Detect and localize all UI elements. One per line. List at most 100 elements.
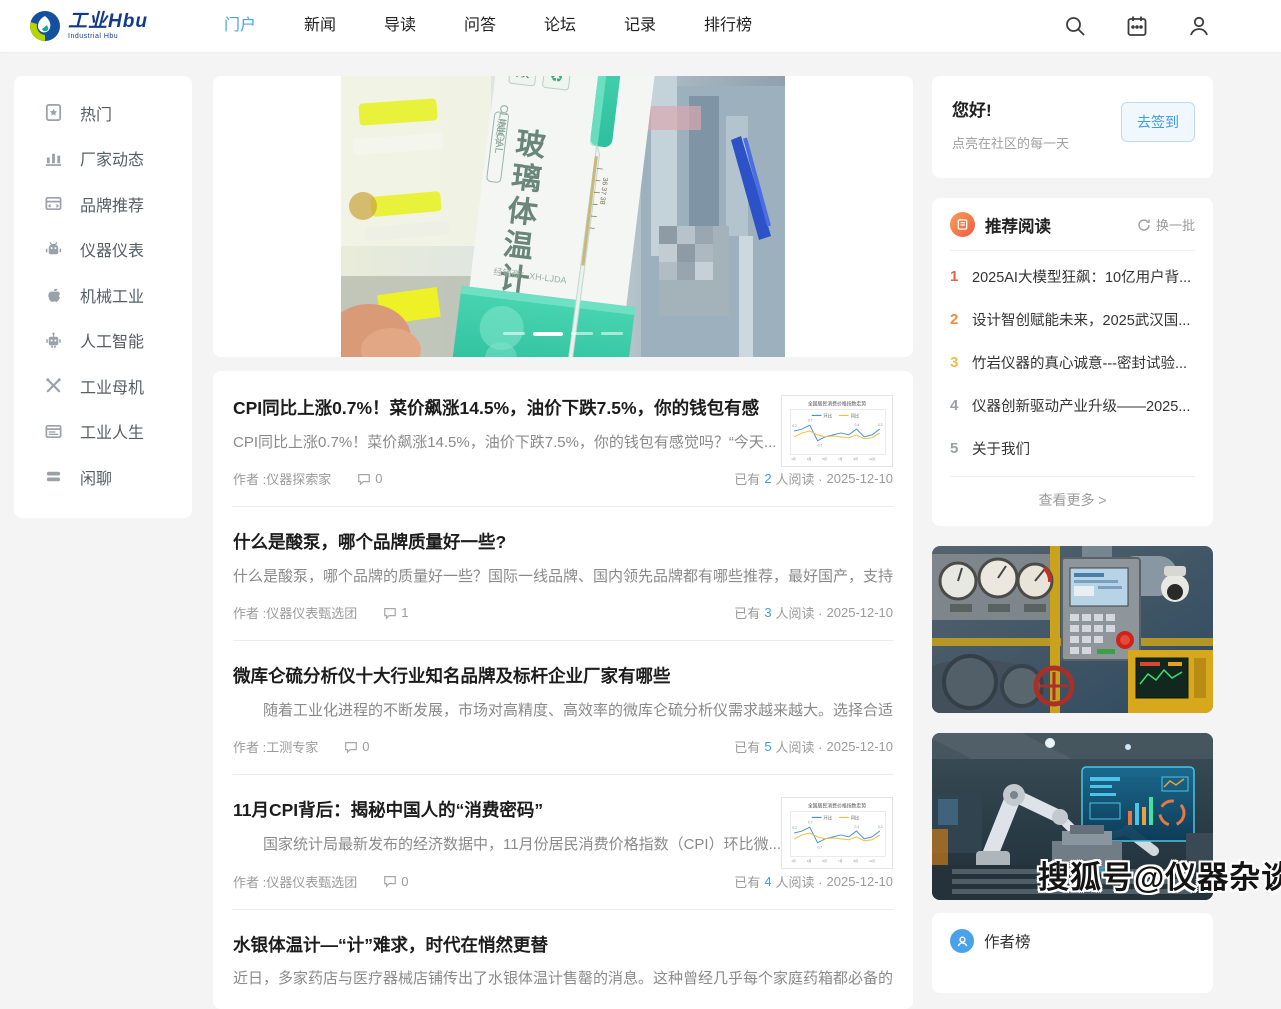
sidebar-item-ai[interactable]: 人工智能 — [14, 318, 192, 364]
article-title[interactable]: 什么是酸泵，哪个品牌质量好一些? — [233, 531, 893, 555]
article-row: 11月CPI背后：揭秘中国人的“消费密码” 国家统计局最新发布的经济数据中，11… — [233, 775, 893, 909]
nav-item-forum[interactable]: 论坛 — [520, 0, 600, 52]
svg-text:环比: 环比 — [823, 412, 832, 419]
carousel-dot-4[interactable] — [601, 332, 623, 335]
nav-item-qa[interactable]: 问答 — [440, 0, 520, 52]
nav-item-ranking[interactable]: 排行榜 — [680, 0, 776, 52]
author-prefix: 作者 : — [233, 469, 266, 488]
carousel-dot-2[interactable] — [533, 332, 563, 336]
instrument-icon — [44, 240, 63, 259]
article-author[interactable]: 仪器探索家 — [266, 469, 331, 488]
read-count: 3 — [764, 605, 771, 620]
calendar-icon[interactable] — [1125, 14, 1149, 38]
rank-number: 2 — [950, 311, 972, 328]
svg-text:全国居民消费价格指数走势: 全国居民消费价格指数走势 — [808, 401, 866, 408]
logo-title: 工业Hbu — [68, 12, 148, 31]
sidebar-item-instruments[interactable]: 仪器仪表 — [14, 227, 192, 273]
article-author[interactable]: 工测专家 — [266, 737, 318, 756]
author-prefix: 作者 : — [233, 872, 266, 891]
article-summary[interactable]: CPI同比上涨0.7%！菜价飙涨14.5%，油价下跌7.5%，你的钱包有感觉吗？… — [233, 432, 781, 455]
comment-bubble-icon — [383, 874, 397, 888]
article-summary[interactable]: 国家统计局最新发布的经济数据中，11月份居民消费价格指数（CPI）环比微... — [233, 834, 781, 857]
main-column: 焱 ♻ 玻璃体温计 CLINICAL 温度计 经销商：XH-LJDA — [213, 76, 913, 1009]
machinery-icon — [44, 285, 63, 304]
chat-icon — [44, 467, 63, 486]
nav-item-news[interactable]: 新闻 — [280, 0, 360, 52]
sidebar-item-factory-news[interactable]: 厂家动态 — [14, 136, 192, 182]
sidebar-item-label: 厂家动态 — [80, 146, 144, 170]
view-more-link[interactable]: 查看更多 > — [950, 476, 1195, 514]
recommend-item[interactable]: 2 设计智创赋能未来，2025武汉国... — [950, 298, 1195, 341]
article-row: 什么是酸泵，哪个品牌质量好一些? 什么是酸泵，哪个品牌的质量好一些？国际一线品牌… — [233, 507, 893, 641]
article-thumbnail-chart[interactable]: 全国居民消费价格指数走势 环比 同比 0.20.7-0.70.40.2 1月3月… — [781, 797, 893, 869]
article-summary[interactable]: 什么是酸泵，哪个品牌的质量好一些？国际一线品牌、国内领先品牌都有哪些推荐，最好国… — [233, 566, 893, 589]
recommend-item[interactable]: 4 仪器创新驱动产业升级——2025... — [950, 384, 1195, 427]
recommend-item[interactable]: 5 关于我们 — [950, 427, 1195, 470]
svg-text:全国居民消费价格指数走势: 全国居民消费价格指数走势 — [808, 803, 866, 810]
sidebar-item-chat[interactable]: 闲聊 — [14, 454, 192, 500]
article-summary[interactable]: 近日，多家药店与医疗器械店铺传出了水银体温计售罄的消息。这种曾经几乎每个家庭药箱… — [233, 968, 893, 991]
article-author[interactable]: 仪器仪表甄选团 — [266, 872, 357, 891]
recommend-item-title: 关于我们 — [972, 438, 1030, 459]
read-suffix: 人阅读 · — [776, 603, 823, 622]
svg-text:1月: 1月 — [791, 860, 796, 864]
sidebar-item-label: 热门 — [80, 101, 112, 125]
logo-subtitle: Industrial Hbu — [68, 33, 148, 40]
sidebar-item-label: 工业人生 — [80, 419, 144, 443]
comment-count[interactable]: 0 — [357, 471, 382, 486]
comment-count[interactable]: 1 — [383, 605, 408, 620]
recommend-item[interactable]: 3 竹岩仪器的真心诚意---密封试验... — [950, 341, 1195, 384]
article-title[interactable]: 微库仑硫分析仪十大行业知名品牌及标杆企业厂家有哪些 — [233, 665, 893, 689]
author-rank-icon — [950, 929, 974, 953]
carousel-dot-1[interactable] — [503, 332, 525, 335]
article-thumbnail-chart[interactable]: 全国居民消费价格指数走势 环比 同比 0.20.7-0.70.40.2 1月3月… — [781, 395, 893, 467]
sidebar-item-machinery[interactable]: 机械工业 — [14, 272, 192, 318]
category-sidebar: 热门 厂家动态 品牌推荐 仪器仪表 机械工业 — [14, 76, 192, 518]
svg-text:7月: 7月 — [838, 457, 843, 461]
comment-count[interactable]: 0 — [383, 874, 408, 889]
sidebar-item-industry-life[interactable]: 工业人生 — [14, 409, 192, 455]
search-icon[interactable] — [1063, 14, 1087, 38]
user-icon[interactable] — [1187, 14, 1211, 38]
recommend-book-icon — [950, 212, 975, 237]
read-prefix: 已有 — [734, 603, 760, 622]
read-prefix: 已有 — [734, 469, 760, 488]
svg-text:3月: 3月 — [807, 860, 812, 864]
comment-bubble-icon — [357, 472, 371, 486]
carousel-dot-3[interactable] — [571, 332, 593, 335]
sidebar-item-label: 仪器仪表 — [80, 237, 144, 261]
article-date: 2025-12-10 — [827, 739, 894, 754]
carousel-image-thermometer: 焱 ♻ 玻璃体温计 CLINICAL 温度计 经销商：XH-LJDA — [341, 76, 785, 357]
article-date: 2025-12-10 — [827, 874, 894, 889]
svg-text:-0.7: -0.7 — [817, 846, 823, 850]
ai-icon — [44, 331, 63, 350]
sign-in-button[interactable]: 去签到 — [1121, 102, 1195, 142]
article-author[interactable]: 仪器仪表甄选团 — [266, 603, 357, 622]
svg-text:0.7: 0.7 — [808, 418, 813, 422]
article-title[interactable]: CPI同比上涨0.7%！菜价飙涨14.5%，油价下跌7.5%，你的钱包有感 — [233, 397, 781, 421]
site-logo[interactable]: 工业Hbu Industrial Hbu — [28, 9, 148, 43]
nav-item-guide[interactable]: 导读 — [360, 0, 440, 52]
article-title[interactable]: 水银体温计—“计”难求，时代在悄然更替 — [233, 934, 893, 958]
carousel[interactable]: 焱 ♻ 玻璃体温计 CLINICAL 温度计 经销商：XH-LJDA — [213, 76, 913, 357]
comment-bubble-icon — [344, 740, 358, 754]
svg-text:7月: 7月 — [838, 860, 843, 864]
refresh-batch-button[interactable]: 换一批 — [1137, 215, 1195, 234]
read-suffix: 人阅读 · — [776, 737, 823, 756]
recommend-item[interactable]: 1 2025AI大模型狂飙：10亿用户背... — [950, 255, 1195, 298]
sidebar-item-hot[interactable]: 热门 — [14, 90, 192, 136]
sidebar-photo-industrial-gauges[interactable] — [932, 546, 1213, 713]
nav-item-portal[interactable]: 门户 — [200, 0, 280, 52]
article-list: CPI同比上涨0.7%！菜价飙涨14.5%，油价下跌7.5%，你的钱包有感 CP… — [213, 371, 913, 1009]
article-summary[interactable]: 随着工业化进程的不断发展，市场对高精度、高效率的微库仑硫分析仪需求越来越大。选择… — [233, 700, 893, 723]
sidebar-item-brand[interactable]: 品牌推荐 — [14, 181, 192, 227]
nav-item-records[interactable]: 记录 — [600, 0, 680, 52]
svg-text:11月: 11月 — [869, 860, 875, 864]
svg-text:0.4: 0.4 — [855, 826, 860, 830]
author-prefix: 作者 : — [233, 737, 266, 756]
industry-life-icon — [44, 422, 63, 441]
read-count: 5 — [764, 739, 771, 754]
comment-count[interactable]: 0 — [344, 739, 369, 754]
sidebar-item-machine-tool[interactable]: 工业母机 — [14, 363, 192, 409]
article-title[interactable]: 11月CPI背后：揭秘中国人的“消费密码” — [233, 799, 781, 823]
